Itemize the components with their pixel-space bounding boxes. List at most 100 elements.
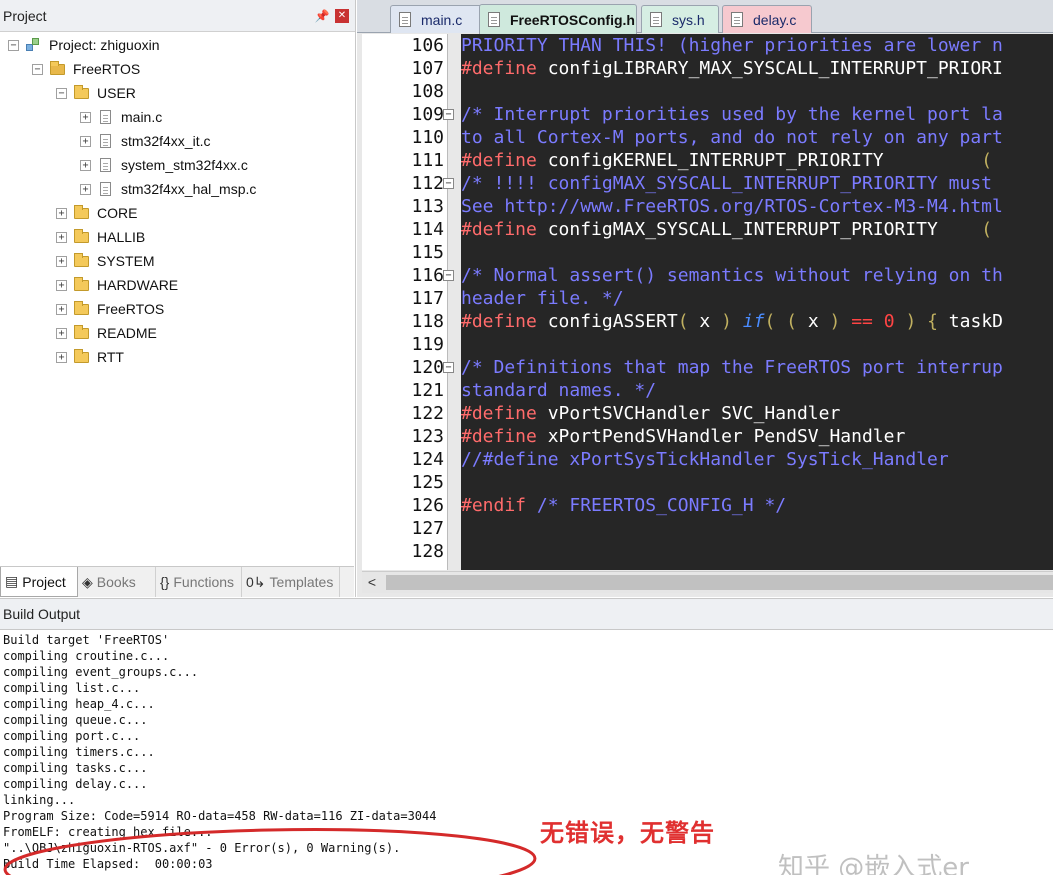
expand-icon[interactable]: + [56,351,67,363]
line-number: 109− [362,103,454,126]
tree-item-file[interactable]: + stm32f4xx_it.c [80,130,210,152]
line-number: 111 [362,149,448,172]
expand-icon[interactable]: + [80,111,91,123]
tab-templates[interactable]: 0↳ Templates [242,567,340,597]
line-number-text: 116 [411,265,444,286]
line-number: 125 [362,471,448,494]
code-token: ( [786,311,798,332]
tree-item-folder[interactable]: + CORE [56,202,137,224]
tree-item-folder[interactable]: + HALLIB [56,226,145,248]
line-number: 110 [362,126,448,149]
tab-functions[interactable]: {} Functions [156,567,242,597]
line-number-text: 127 [411,518,444,539]
collapse-icon[interactable]: − [8,39,19,51]
expand-icon[interactable]: + [56,279,67,291]
code-token: //#define xPortSysTickHandler SysTick_Ha… [461,449,949,470]
file-tab[interactable]: delay.c [722,5,812,33]
expand-icon[interactable]: + [56,207,67,219]
tree-item-folder[interactable]: + HARDWARE [56,274,178,296]
file-tab[interactable]: sys.h [641,5,719,33]
code-line: See http://www.FreeRTOS.org/RTOS-Cortex-… [461,195,1003,218]
folder-icon [73,276,89,293]
code-token: #endif [461,495,527,516]
folder-icon [73,84,89,101]
build-log-line: linking... [3,793,76,807]
folder-icon [73,300,89,317]
build-log-line: "..\OBJ\zhiguoxin-RTOS.axf" - 0 Error(s)… [3,841,401,855]
annotation-text: 无错误，无警告 [540,819,715,847]
line-number: 114 [362,218,448,241]
expand-icon[interactable]: + [80,159,91,171]
fold-collapse-icon[interactable]: − [443,109,454,120]
code-token: vPortSVCHandler SVC_Handler [536,403,841,424]
tree-item-target[interactable]: − FreeRTOS [32,58,140,80]
line-number: 117 [362,287,448,310]
fold-collapse-icon[interactable]: − [443,270,454,281]
expand-icon[interactable]: + [80,135,91,147]
expand-icon[interactable]: + [56,327,67,339]
code-token: xPortPendSVHandler PendSV_Handler [536,426,906,447]
close-icon[interactable]: ✕ [335,8,349,23]
tree-item-label: USER [97,85,136,101]
pin-icon[interactable]: 📌 [313,9,331,23]
tree-item-folder[interactable]: − USER [56,82,136,104]
build-output-log: Build Time Elapsed: 00:00:03 "..\OBJ\zhig… [0,630,1053,875]
watermark: 知乎 @嵌入式er [778,853,969,875]
expand-icon[interactable]: + [56,255,67,267]
line-number-gutter: 106 107 108 109−110 111 112−113 114 115 116−117 1… [362,34,454,570]
horizontal-scrollbar[interactable]: < [362,571,1053,593]
code-line: #define configLIBRARY_MAX_SYSCALL_INTERR… [461,57,1003,80]
collapse-icon[interactable]: − [56,87,67,99]
line-number: 122 [362,402,448,425]
line-number: 128 [362,540,448,563]
expand-icon[interactable]: + [56,303,67,315]
build-log-line: compiling list.c... [3,681,141,695]
code-token: x [797,311,830,332]
tree-item-label: README [97,325,157,341]
tree-item-label: Project: zhiguoxin [49,37,160,53]
folder-icon [73,252,89,269]
tree-item-folder[interactable]: + RTT [56,346,124,368]
build-log-line: compiling queue.c... [3,713,148,727]
line-number-text: 107 [411,58,444,79]
line-number-text: 113 [411,196,444,217]
code-line: #endif /* FREERTOS_CONFIG_H */ [461,494,786,517]
tree-item-project[interactable]: − Project: zhiguoxin [8,34,160,56]
target-icon [49,60,65,77]
fold-collapse-icon[interactable]: − [443,178,454,189]
tree-item-folder[interactable]: + README [56,322,157,344]
line-number-text: 126 [411,495,444,516]
tree-item-label: main.c [121,109,163,125]
file-icon [97,109,113,125]
code-line: #define configKERNEL_INTERRUPT_PRIORITY … [461,149,992,172]
fold-collapse-icon[interactable]: − [443,362,454,373]
expand-icon[interactable]: + [56,231,67,243]
collapse-icon[interactable]: − [32,63,43,75]
code-token: configASSERT [536,311,678,332]
tree-item-folder[interactable]: + SYSTEM [56,250,155,272]
tree-item-file[interactable]: + main.c [80,106,162,128]
scrollbar-thumb[interactable] [386,575,1053,590]
expand-icon[interactable]: + [80,183,91,195]
tree-item-label: stm32f4xx_hal_msp.c [121,181,257,197]
code-line: /* !!!! configMAX_SYSCALL_INTERRUPT_PRIO… [461,172,992,195]
code-area[interactable]: PRIORITY THAN THIS! (higher priorities a… [461,34,1053,570]
tab-books[interactable]: ◈ Books [78,567,156,597]
file-icon [399,12,411,27]
line-number-text: 114 [411,219,444,240]
project-panel-tabs: ▤ Project ◈ Books{} Functions 0↳ Templates [0,566,354,597]
tab-project[interactable]: ▤ Project [0,567,78,597]
code-line: #define xPortPendSVHandler PendSV_Handle… [461,425,905,448]
tree-item-file[interactable]: + stm32f4xx_hal_msp.c [80,178,256,200]
code-line: /* Normal assert() semantics without rel… [461,264,1003,287]
tree-item-label: system_stm32f4xx.c [121,157,248,173]
code-line: //#define xPortSysTickHandler SysTick_Ha… [461,448,949,471]
code-token: configKERNEL_INTERRUPT_PRIORITY [536,150,982,171]
file-tab[interactable]: FreeRTOSConfig.h [479,4,637,34]
line-number: 126 [362,494,448,517]
scroll-left-icon[interactable]: < [362,572,382,593]
tree-item-folder[interactable]: + FreeRTOS [56,298,164,320]
folder-icon [73,348,89,365]
tree-item-file[interactable]: + system_stm32f4xx.c [80,154,248,176]
